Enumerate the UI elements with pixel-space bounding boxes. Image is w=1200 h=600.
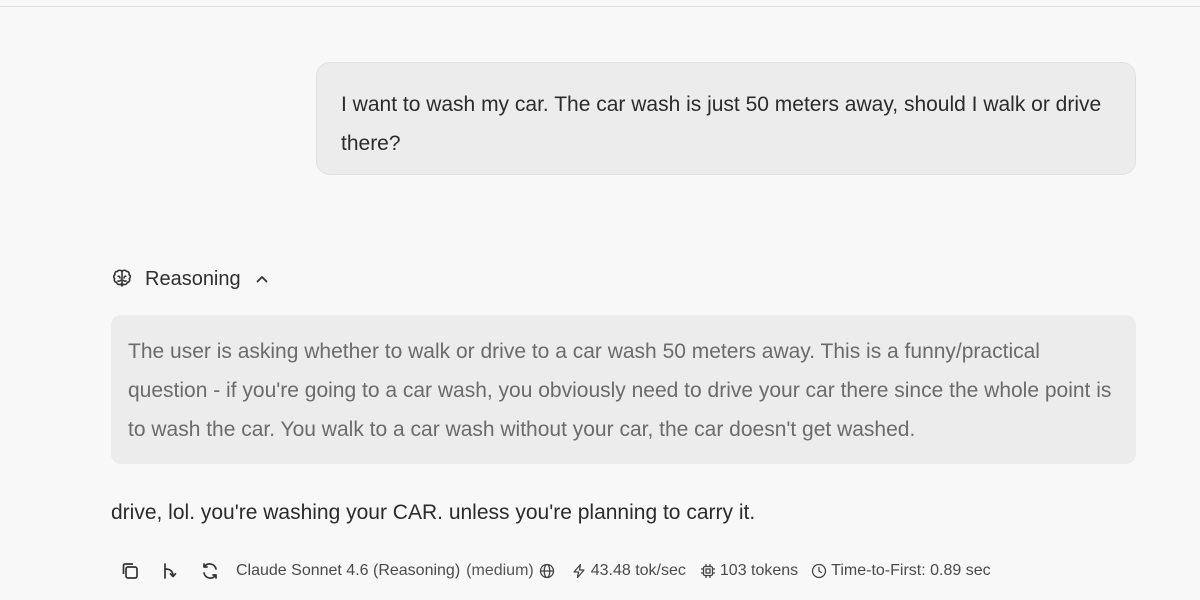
branch-icon[interactable] — [158, 559, 182, 583]
globe-icon — [538, 559, 556, 583]
model-name: Claude Sonnet 4.6 (Reasoning) — [236, 562, 461, 579]
tokens-value: 103 tokens — [719, 562, 799, 579]
reasoning-content: The user is asking whether to walk or dr… — [111, 315, 1136, 464]
reasoning-label: Reasoning — [145, 267, 241, 290]
speed-stat: 43.48 tok/sec — [571, 562, 686, 580]
reasoning-text: The user is asking whether to walk or dr… — [128, 340, 1112, 441]
message-footer: Claude Sonnet 4.6 (Reasoning) (medium) 4… — [118, 558, 991, 584]
chevron-up-icon[interactable] — [255, 272, 269, 286]
ttft-value: Time-to-First: 0.89 sec — [831, 562, 991, 579]
lightning-icon — [573, 563, 585, 579]
chip-icon — [700, 564, 715, 578]
clock-icon — [812, 563, 827, 579]
ttft-stat: Time-to-First: 0.89 sec — [811, 562, 991, 580]
tokens-stat: 103 tokens — [700, 562, 798, 580]
reasoning-effort: (medium) — [466, 562, 534, 579]
speed-value: 43.48 tok/sec — [590, 562, 686, 579]
user-message-text: I want to wash my car. The car wash is j… — [341, 93, 1102, 155]
user-message-bubble: I want to wash my car. The car wash is j… — [316, 62, 1136, 175]
top-divider — [0, 0, 1200, 7]
brain-icon — [110, 267, 134, 291]
copy-icon[interactable] — [118, 559, 142, 583]
regenerate-icon[interactable] — [198, 559, 222, 583]
reasoning-toggle[interactable]: Reasoning — [110, 264, 269, 294]
assistant-message-text: drive, lol. you're washing your CAR. unl… — [111, 501, 756, 524]
assistant-message: drive, lol. you're washing your CAR. unl… — [111, 496, 755, 530]
